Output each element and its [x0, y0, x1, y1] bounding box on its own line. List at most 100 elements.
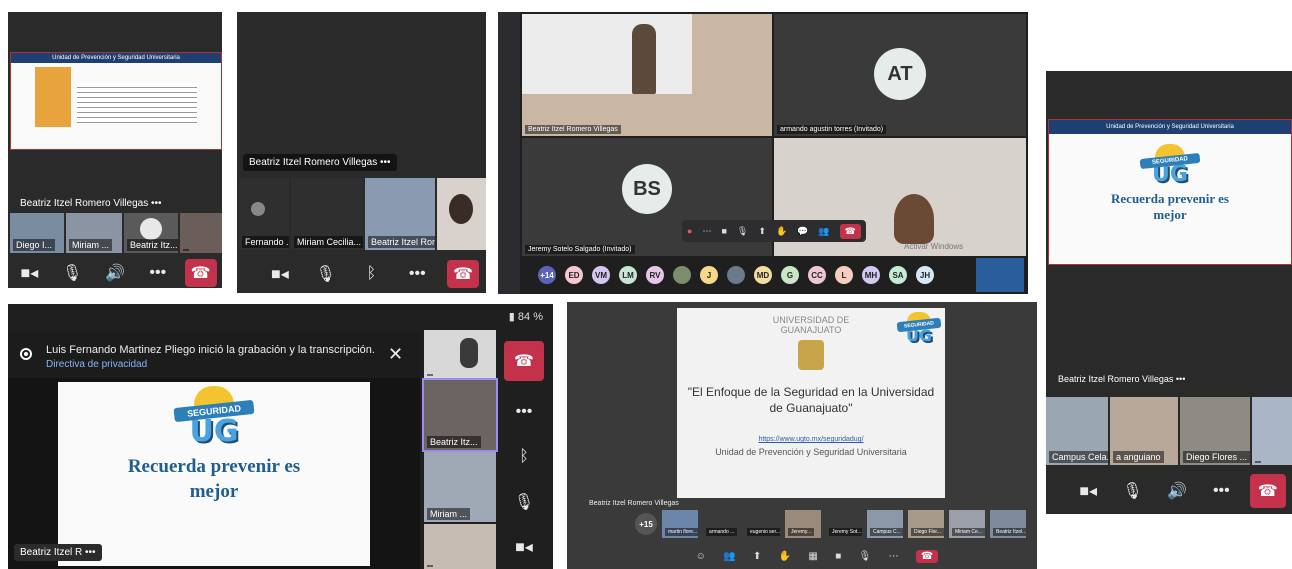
- university-crest: [798, 339, 824, 370]
- participant-thumb[interactable]: Miriam Cecilia...: [291, 178, 363, 250]
- video-tile[interactable]: Beatriz Itzel Romero Villegas: [522, 14, 772, 136]
- participant-thumb[interactable]: [424, 524, 496, 569]
- participant-strip: +15 martin flore... armando ... eugenio …: [635, 510, 1026, 538]
- hangup-button[interactable]: ☎: [447, 260, 480, 288]
- participant-avatar[interactable]: SA: [889, 266, 907, 284]
- participant-thumb[interactable]: [1252, 397, 1292, 465]
- bluetooth-icon[interactable]: ᛒ: [508, 443, 540, 471]
- hangup-button[interactable]: ☎: [915, 549, 939, 563]
- chat-icon[interactable]: 💬: [797, 226, 808, 237]
- mic-off-icon[interactable]: 🎙: [508, 488, 540, 516]
- participant-avatar[interactable]: MD: [754, 266, 772, 284]
- participant-thumb[interactable]: [424, 330, 496, 378]
- participant-thumb[interactable]: Beatriz Itzel...: [990, 510, 1026, 538]
- participant-avatar[interactable]: [673, 266, 691, 284]
- more-icon[interactable]: ⋯: [889, 551, 899, 562]
- overflow-count[interactable]: +15: [635, 513, 657, 535]
- participant-avatar[interactable]: J: [700, 266, 718, 284]
- people-icon[interactable]: 👥: [818, 226, 829, 237]
- seguridad-ug-logo: SEGURIDAD UG: [1139, 144, 1201, 187]
- camera-icon[interactable]: ■: [835, 551, 841, 562]
- participant-thumb[interactable]: eugenio ser...: [744, 510, 780, 538]
- more-icon[interactable]: •••: [401, 260, 433, 288]
- video-tile[interactable]: AT armando agustin torres (Invitado): [774, 14, 1026, 136]
- participant-thumb[interactable]: Diego Flor...: [908, 510, 944, 538]
- participant-thumb[interactable]: Beatriz Itzel Rome...: [365, 178, 435, 250]
- participant-avatar[interactable]: LM: [619, 266, 637, 284]
- more-icon[interactable]: •••: [85, 547, 96, 558]
- mic-off-icon[interactable]: 🎙: [859, 551, 872, 562]
- participant-thumb[interactable]: armando ...: [703, 510, 739, 538]
- participant-avatar[interactable]: CC: [808, 266, 826, 284]
- participant-avatar[interactable]: [727, 266, 745, 284]
- more-icon[interactable]: •••: [508, 398, 540, 426]
- speaker-icon[interactable]: 🔊: [1161, 477, 1193, 505]
- reaction-icon[interactable]: ☺: [696, 551, 706, 562]
- more-icon[interactable]: •••: [1176, 374, 1185, 384]
- slide-text: Recuerda prevenir es mejor: [127, 456, 301, 502]
- participant-thumb[interactable]: Campus Cela...: [1046, 397, 1108, 465]
- mic-off-icon[interactable]: 🎙: [310, 260, 342, 288]
- participant-avatar[interactable]: MH: [862, 266, 880, 284]
- camera-icon[interactable]: ■◂: [264, 260, 296, 288]
- more-icon[interactable]: ⋯: [702, 226, 711, 237]
- slide-url: https://www.ugto.mx/seguridadug/: [758, 436, 864, 444]
- slide-text: Recuerda prevenir es mejor: [1111, 191, 1229, 222]
- participant-avatar[interactable]: VM: [592, 266, 610, 284]
- participant-thumb[interactable]: Miriam Ce...: [949, 510, 985, 538]
- camera-icon[interactable]: ■◂: [508, 533, 540, 561]
- presenter-name: Beatriz Itzel Romero Villegas: [589, 500, 679, 507]
- participant-thumb[interactable]: [180, 213, 222, 253]
- participant-thumb[interactable]: Miriam ...: [424, 452, 496, 522]
- hangup-button[interactable]: ☎: [839, 223, 861, 239]
- grid-icon[interactable]: ▦: [808, 551, 817, 562]
- privacy-link[interactable]: Directiva de privacidad: [46, 359, 147, 370]
- hangup-button[interactable]: ☎: [184, 259, 217, 287]
- camera-icon[interactable]: ■◂: [13, 259, 45, 287]
- participant-name: Beatriz Itzel Romero Villegas: [525, 125, 621, 134]
- participant-avatar[interactable]: L: [835, 266, 853, 284]
- mic-off-icon[interactable]: 🎙: [56, 259, 88, 287]
- people-icon[interactable]: 👥: [723, 551, 735, 562]
- more-icon[interactable]: •••: [380, 157, 391, 168]
- participant-thumb[interactable]: martin flore...: [662, 510, 698, 538]
- share-icon[interactable]: ⬆: [758, 226, 766, 237]
- bluetooth-icon[interactable]: ᛒ: [355, 260, 387, 288]
- call-controls: ■◂ 🎙 🔊 ••• ☎: [1066, 473, 1292, 509]
- mic-off-icon[interactable]: 🎙: [1117, 477, 1149, 505]
- more-icon[interactable]: •••: [142, 259, 174, 287]
- participant-avatar[interactable]: JH: [916, 266, 934, 284]
- overflow-count[interactable]: +14: [538, 266, 556, 284]
- hangup-button[interactable]: ☎: [504, 340, 544, 381]
- close-icon[interactable]: ✕: [388, 344, 403, 365]
- participant-thumb[interactable]: Diego Flores ...: [1180, 397, 1250, 465]
- participant-avatar[interactable]: RV: [646, 266, 664, 284]
- participant-avatar[interactable]: ED: [565, 266, 583, 284]
- camera-icon[interactable]: ■◂: [1072, 477, 1104, 505]
- participant-thumb[interactable]: Jeremy...: [785, 510, 821, 538]
- participant-thumb[interactable]: [437, 178, 486, 250]
- participant-thumb[interactable]: Diego I...: [10, 213, 64, 253]
- participant-avatar[interactable]: G: [781, 266, 799, 284]
- participant-name: [183, 249, 189, 251]
- more-icon[interactable]: •••: [1205, 477, 1237, 505]
- participant-thumb[interactable]: Campus C...: [867, 510, 903, 538]
- participant-thumb[interactable]: Fernando ...: [239, 178, 289, 250]
- hand-icon[interactable]: ✋: [776, 226, 787, 237]
- speaker-icon[interactable]: 🔊: [99, 259, 131, 287]
- screenshot-panel-6: Unidad de Prevención y Seguridad Univers…: [1046, 71, 1292, 514]
- record-icon[interactable]: ●: [687, 226, 692, 236]
- camera-icon[interactable]: ■: [721, 226, 726, 236]
- participant-thumb[interactable]: Beatriz Itz...: [124, 213, 178, 253]
- participant-thumb[interactable]: Miriam ...: [66, 213, 122, 253]
- unit-name: Unidad de Prevención y Seguridad Univers…: [715, 447, 907, 458]
- hand-icon[interactable]: ✋: [779, 551, 791, 562]
- shared-slide: SEGURIDAD UG Recuerda prevenir es mejor: [58, 382, 370, 566]
- participant-thumb[interactable]: Beatriz Itz...: [422, 378, 498, 452]
- mic-icon[interactable]: 🎙: [737, 226, 748, 237]
- participant-thumb[interactable]: a anguiano: [1110, 397, 1178, 465]
- more-icon[interactable]: •••: [151, 198, 162, 209]
- hangup-button[interactable]: ☎: [1249, 474, 1286, 508]
- share-icon[interactable]: ⬆: [753, 551, 761, 562]
- participant-thumb[interactable]: Jeremy Sot...: [826, 510, 862, 538]
